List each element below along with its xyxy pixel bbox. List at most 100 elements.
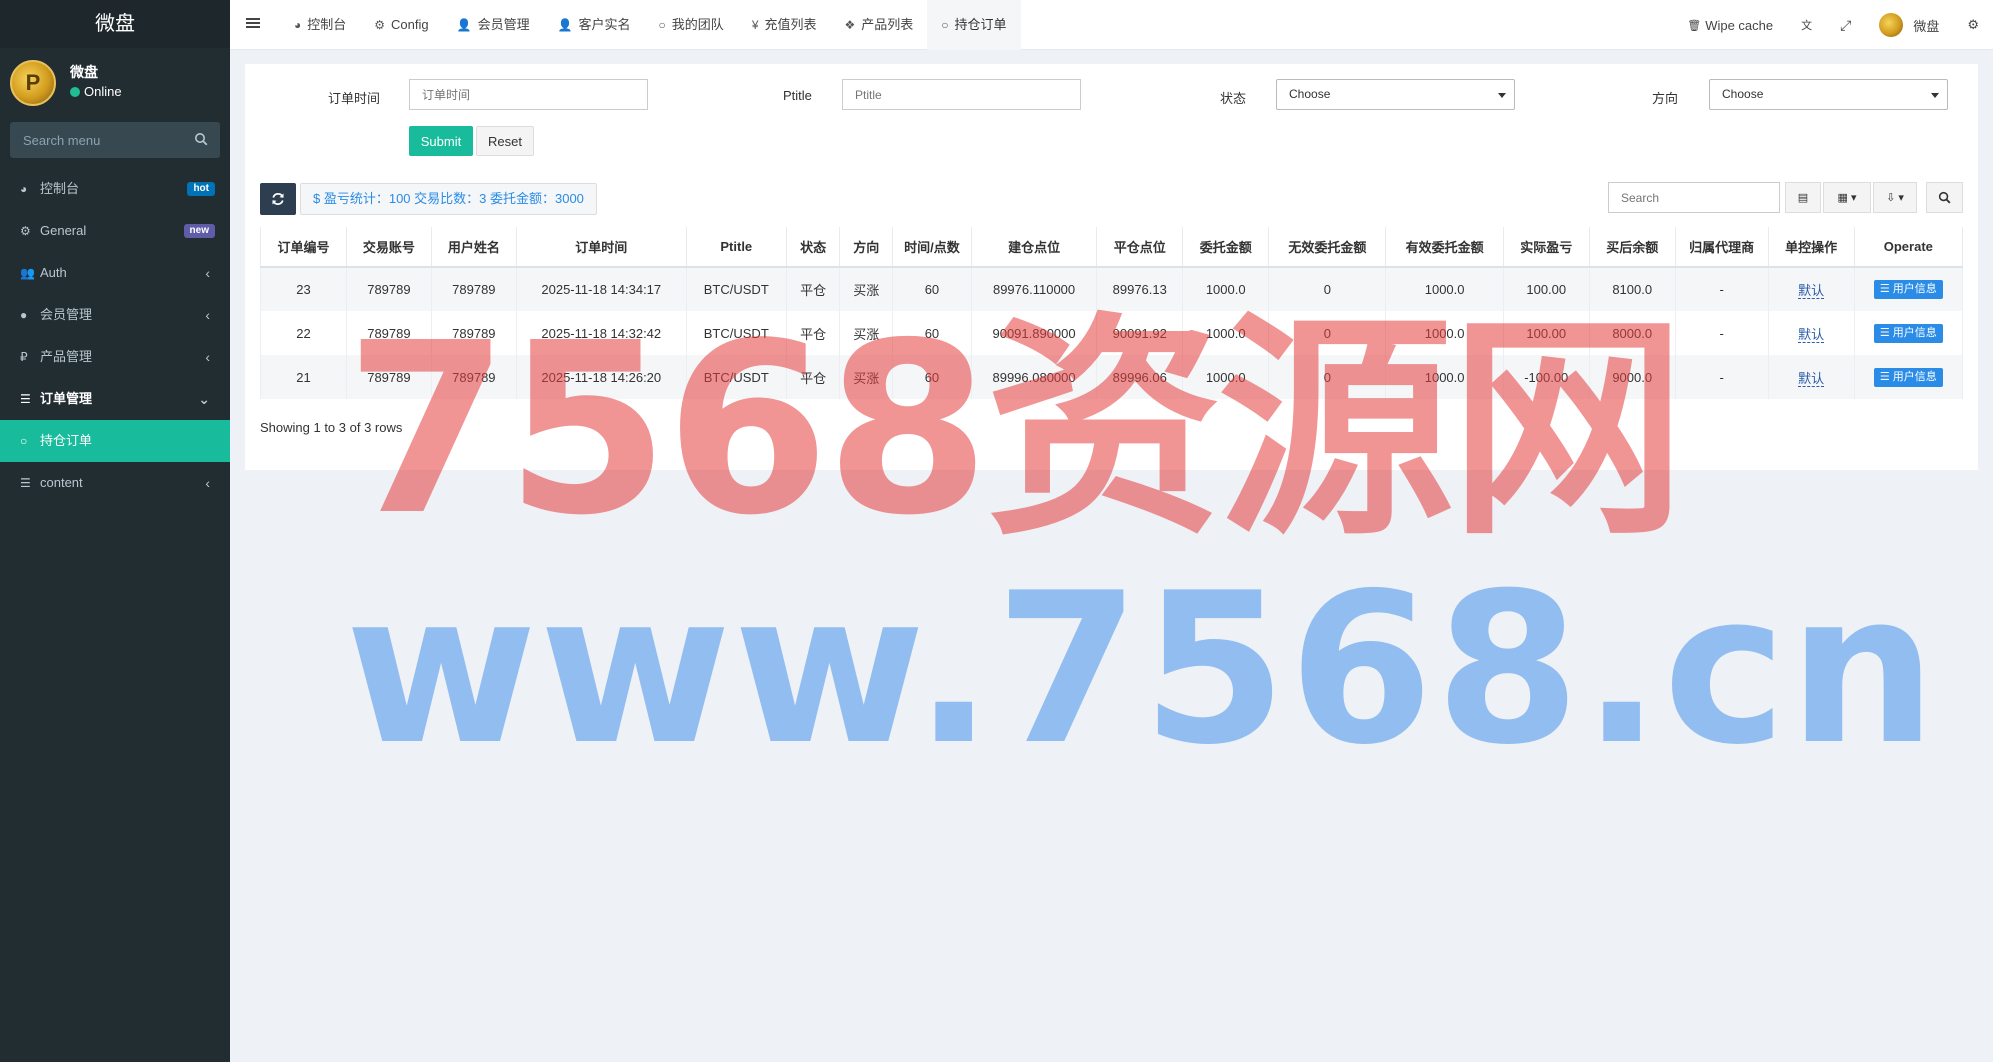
column-header[interactable]: 无效委托金额 (1268, 227, 1387, 268)
cell-control: 默认 (1767, 355, 1855, 399)
refresh-icon (272, 192, 284, 206)
user-menu[interactable]: 微盘 (1865, 13, 1953, 37)
table-search-input[interactable] (1608, 182, 1780, 213)
wipe-cache-button[interactable]: 🗑 Wipe cache (1673, 18, 1787, 33)
cogs-icon: ⚙ (20, 224, 31, 238)
column-header[interactable]: 订单时间 (515, 227, 687, 268)
search-icon[interactable] (194, 132, 208, 146)
cell-close-price: 89996.06 (1096, 355, 1184, 399)
tab-positions[interactable]: ○ 持仓订单 (927, 0, 1021, 50)
sidebar-item-general[interactable]: ⚙ General new (0, 210, 230, 252)
trash-icon: 🗑 (1687, 19, 1702, 32)
column-header[interactable]: 订单编号 (260, 227, 347, 268)
direction-select[interactable]: Choose (1709, 79, 1948, 110)
column-header[interactable]: 状态 (785, 227, 841, 268)
stats-summary: $ 盈亏统计：100 交易比数：3 委托金额：3000 (300, 183, 597, 215)
cell-ptitle: BTC/USDT (685, 267, 787, 311)
cell-balance: 9000.0 (1588, 355, 1676, 399)
column-header[interactable]: 用户姓名 (430, 227, 517, 268)
table-row: 23 789789 789789 2025-11-18 14:34:17 BTC… (260, 267, 1964, 311)
hamburger-icon[interactable] (246, 16, 260, 30)
control-link[interactable]: 默认 (1798, 283, 1825, 299)
menu-search-input[interactable] (10, 122, 220, 158)
fullscreen-button[interactable]: ⤢ (1826, 17, 1865, 34)
list-icon: ☰ (1879, 283, 1893, 295)
column-header[interactable]: 买后余额 (1588, 227, 1676, 268)
export-button[interactable]: ⇩ ▾ (1873, 182, 1917, 213)
status-select[interactable]: Choose (1276, 79, 1515, 110)
tab-realname[interactable]: 👤 客户实名 (544, 0, 645, 50)
tab-label: Config (391, 17, 429, 32)
cell-account: 789789 (345, 311, 432, 355)
ptitle-input[interactable] (842, 79, 1081, 110)
tab-config[interactable]: ⚙ Config (360, 0, 442, 50)
sidebar-item-products[interactable]: ₽ 产品管理 ‹ (0, 336, 230, 378)
cell-valid-amount: 1000.0 (1385, 311, 1504, 355)
columns-button[interactable]: ▦ ▾ (1823, 182, 1871, 213)
advanced-search-button[interactable] (1926, 182, 1963, 213)
refresh-button[interactable] (260, 183, 296, 215)
column-header[interactable]: 实际盈亏 (1502, 227, 1590, 268)
control-link[interactable]: 默认 (1798, 326, 1825, 343)
tab-members[interactable]: 👤 会员管理 (443, 0, 544, 50)
order-time-input[interactable] (409, 79, 648, 110)
sidebar-item-members[interactable]: ● 会员管理 ‹ (0, 294, 230, 336)
column-header[interactable]: 单控操作 (1767, 227, 1855, 268)
cell-name: 789789 (430, 311, 517, 355)
user-status: Online (70, 84, 122, 99)
dashboard-icon: ◕ (20, 182, 28, 196)
sidebar-item-content[interactable]: ☰ content ‹ (0, 462, 230, 504)
table-row: 21 789789 789789 2025-11-18 14:26:20 BTC… (260, 355, 1964, 399)
cell-operate: ☰ 用户信息 (1853, 311, 1964, 355)
column-header[interactable]: 归属代理商 (1674, 227, 1769, 268)
cubes-icon: ❖ (844, 18, 856, 32)
reset-button[interactable]: Reset (476, 126, 534, 156)
user-info-button[interactable]: ☰ 用户信息 (1873, 323, 1943, 343)
column-header[interactable]: 委托金额 (1182, 227, 1270, 268)
submit-button[interactable]: Submit (409, 126, 473, 156)
cell-name: 789789 (430, 355, 517, 399)
user-info-button[interactable]: ☰ 用户信息 (1873, 280, 1943, 299)
sidebar-item-orders[interactable]: ☰ 订单管理 ⌄ (0, 378, 230, 420)
ruble-icon: ₽ (20, 350, 28, 364)
tab-team[interactable]: ○ 我的团队 (645, 0, 738, 50)
language-icon: 文 (1801, 20, 1813, 32)
column-header[interactable]: 方向 (839, 227, 893, 268)
settings-button[interactable]: ⚙ (1953, 17, 1993, 33)
nav-tabs: ◕ 控制台 ⚙ Config 👤 会员管理 👤 客户实名 ○ 我的团队 ¥ 充值列表 ❖ 产品… (280, 0, 1021, 50)
cell-order-id: 23 (260, 267, 347, 311)
cell-invalid-amount: 0 (1268, 311, 1387, 355)
column-header[interactable]: Ptitle (685, 227, 787, 268)
cell-period: 60 (892, 311, 972, 355)
column-header[interactable]: 交易账号 (345, 227, 432, 268)
sidebar-item-auth[interactable]: 👥 Auth ‹ (0, 252, 230, 294)
column-header[interactable]: 有效委托金额 (1385, 227, 1504, 268)
cell-pnl: 100.00 (1502, 311, 1590, 355)
sidebar-item-positions[interactable]: ○ 持仓订单 (0, 420, 230, 462)
sidebar-item-dashboard[interactable]: ◕ 控制台 hot (0, 168, 230, 210)
tab-recharge[interactable]: ¥ 充值列表 (738, 0, 831, 50)
user-status-label: Online (84, 84, 122, 99)
user-info-button[interactable]: ☰ 用户信息 (1873, 367, 1943, 387)
tab-products[interactable]: ❖ 产品列表 (831, 0, 928, 50)
cell-valid-amount: 1000.0 (1385, 355, 1504, 399)
column-header[interactable]: 时间/点数 (892, 227, 972, 268)
cell-control: 默认 (1767, 267, 1855, 311)
sidebar-menu: ◕ 控制台 hot ⚙ General new 👥 Auth ‹ ● 会员管理 … (0, 168, 230, 504)
cell-amount: 1000.0 (1182, 267, 1270, 311)
tab-label: 持仓订单 (954, 17, 1007, 32)
column-header[interactable]: 平仓点位 (1096, 227, 1184, 268)
cell-ptitle: BTC/USDT (685, 355, 787, 399)
control-link[interactable]: 默认 (1798, 370, 1825, 387)
language-button[interactable]: 文 (1787, 17, 1826, 33)
tab-dashboard[interactable]: ◕ 控制台 (280, 0, 360, 50)
sidebar-item-label: Auth (40, 265, 67, 280)
toggle-view-button[interactable]: ▤ (1785, 182, 1821, 213)
online-dot-icon (70, 86, 80, 97)
brand-logo[interactable]: 微盘 (0, 0, 230, 48)
circle-icon: ○ (658, 18, 666, 32)
cell-direction: 买涨 (839, 355, 893, 399)
top-navbar: ◕ 控制台 ⚙ Config 👤 会员管理 👤 客户实名 ○ 我的团队 ¥ 充值列表 ❖ 产品… (230, 0, 1993, 50)
column-header[interactable]: 建仓点位 (970, 227, 1098, 268)
column-header[interactable]: Operate (1853, 227, 1964, 268)
